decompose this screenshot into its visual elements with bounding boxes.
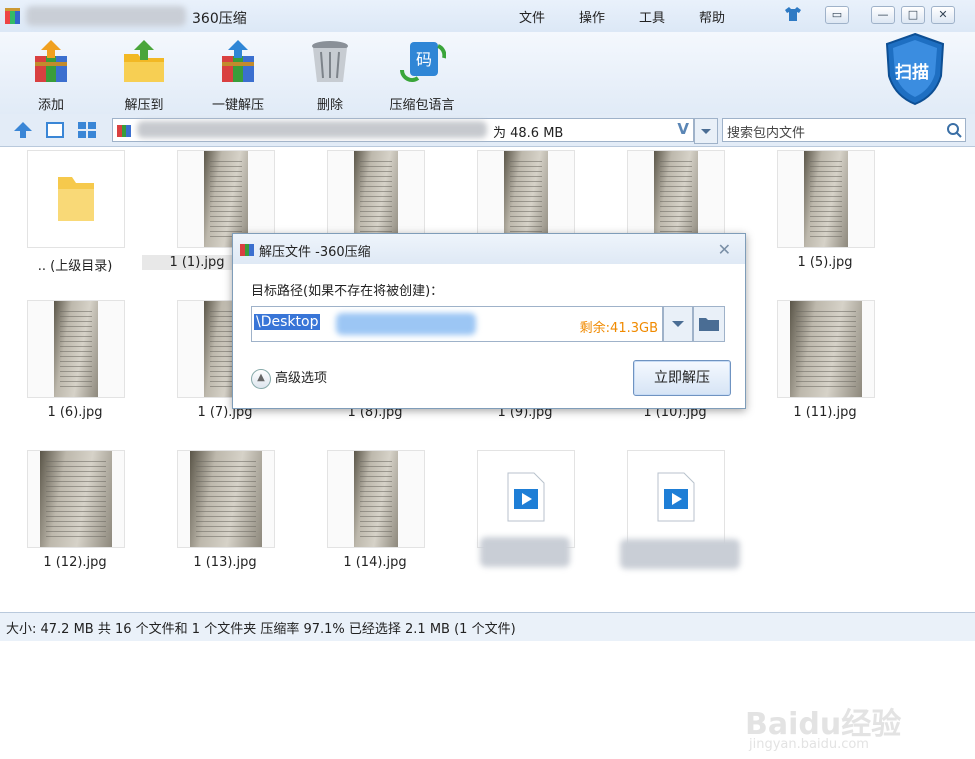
add-archive-icon: [35, 40, 67, 82]
blurred-path: [137, 121, 487, 138]
close-button[interactable]: ✕: [931, 6, 955, 24]
delete-button[interactable]: 删除: [290, 38, 370, 113]
image-thumb: [777, 150, 875, 248]
search-icon[interactable]: [945, 121, 963, 139]
browse-folder-button[interactable]: [693, 306, 725, 342]
extract-dialog: 解压文件 -360压缩 ✕ 目标路径(如果不存在将被创建)： \Desktop …: [232, 233, 746, 409]
file-name: .. (上级目录): [37, 259, 113, 274]
video-thumb: [477, 450, 575, 548]
path-text: 为 48.6 MB: [493, 126, 564, 141]
add-label: 添加: [37, 98, 64, 113]
file-name: 1 (11).jpg: [793, 405, 857, 420]
svg-text:码: 码: [416, 50, 432, 69]
archive-language-icon: 码: [400, 42, 447, 82]
maximize-button[interactable]: □: [901, 6, 925, 24]
dialog-title: 解压文件 -360压缩: [259, 245, 371, 260]
file-item-parent-dir[interactable]: .. (上级目录): [0, 147, 150, 297]
dialog-title-bar: 解压文件 -360压缩 ✕: [233, 234, 745, 264]
status-text: 大小: 47.2 MB 共 16 个文件和 1 个文件夹 压缩率 97.1% 已…: [6, 622, 516, 637]
one-click-extract-label: 一键解压: [211, 98, 264, 113]
list-view-icon[interactable]: [44, 120, 66, 140]
blurred-path: [336, 313, 476, 335]
chevron-down-icon: [672, 321, 684, 327]
folder-thumb: [27, 150, 125, 248]
file-name: 1 (14).jpg: [343, 555, 407, 570]
target-path-dropdown[interactable]: [663, 306, 693, 342]
path-chevron-icon[interactable]: V: [677, 120, 689, 138]
collapse-arrow-icon: ▲: [251, 368, 271, 389]
image-thumb: [27, 450, 125, 548]
blurred-filename: [26, 6, 186, 26]
file-item[interactable]: [450, 447, 600, 597]
menu-help[interactable]: 帮助: [699, 7, 725, 26]
video-file-icon: [507, 472, 545, 522]
feedback-icon[interactable]: ▭: [825, 6, 849, 24]
target-path-input[interactable]: \Desktop 剩余:41.3GB: [251, 306, 663, 342]
path-dropdown-button[interactable]: [694, 118, 718, 144]
blurred-filename: [620, 539, 740, 569]
image-thumb: [777, 300, 875, 398]
minimize-button[interactable]: —: [871, 6, 895, 24]
address-bar: 为 48.6 MB V 搜索包内文件: [0, 114, 975, 147]
archive-language-label: 压缩包语言: [389, 98, 455, 113]
file-item[interactable]: [600, 447, 750, 597]
dialog-close-icon[interactable]: ✕: [718, 240, 731, 259]
scan-label: 扫描: [895, 63, 929, 83]
app-logo-icon: [5, 8, 20, 24]
advanced-options-toggle[interactable]: ▲ 高级选项: [251, 367, 327, 389]
file-name: 1 (5).jpg: [797, 255, 853, 270]
file-name: 1 (13).jpg: [193, 555, 257, 570]
up-arrow-icon[interactable]: [12, 120, 34, 140]
folder-icon: [58, 177, 94, 221]
file-item[interactable]: 1 (5).jpg: [750, 147, 900, 297]
one-click-extract-button[interactable]: 一键解压: [198, 38, 278, 113]
file-item[interactable]: 1 (6).jpg: [0, 297, 150, 447]
delete-label: 删除: [316, 98, 343, 113]
archive-language-button[interactable]: 码 压缩包语言: [382, 38, 462, 113]
file-item[interactable]: 1 (13).jpg: [150, 447, 300, 597]
search-input[interactable]: 搜索包内文件: [727, 122, 805, 141]
image-thumb: [327, 450, 425, 548]
file-name: 1 (12).jpg: [43, 555, 107, 570]
folder-icon: [699, 318, 719, 331]
target-path-value[interactable]: \Desktop: [254, 314, 321, 330]
blurred-filename: [480, 537, 570, 567]
image-thumb: [27, 300, 125, 398]
one-click-extract-icon: [222, 40, 254, 82]
status-bar: 大小: 47.2 MB 共 16 个文件和 1 个文件夹 压缩率 97.1% 已…: [0, 612, 975, 641]
file-item[interactable]: 1 (12).jpg: [0, 447, 150, 597]
extract-to-label: 解压到: [124, 98, 164, 113]
video-thumb: [627, 450, 725, 548]
archive-small-icon: [117, 125, 131, 137]
title-bar: 360压缩 文件 操作 工具 帮助 ▭ — □ ✕: [0, 0, 975, 32]
main-toolbar: 添加 解压到 一键解压 删除 码 压缩包语言: [0, 32, 975, 114]
skin-shirt-icon[interactable]: [782, 6, 804, 22]
file-item[interactable]: 1 (11).jpg: [750, 297, 900, 447]
trash-icon: [312, 41, 348, 82]
baidu-watermark: Baidu经验 jingyan.baidu.com: [745, 695, 925, 759]
archive-small-icon: [240, 244, 254, 256]
target-path-label: 目标路径(如果不存在将被创建)：: [251, 284, 444, 299]
thumbnail-view-icon[interactable]: [76, 120, 98, 140]
image-thumb: [177, 450, 275, 548]
extract-to-button[interactable]: 解压到: [104, 38, 184, 113]
file-name: 1 (6).jpg: [47, 405, 103, 420]
menu-tools[interactable]: 工具: [639, 7, 665, 26]
free-space-text: 剩余:41.3GB: [579, 321, 658, 336]
watermark-sub: jingyan.baidu.com: [749, 737, 869, 752]
file-item[interactable]: 1 (14).jpg: [300, 447, 450, 597]
menu-file[interactable]: 文件: [519, 7, 545, 26]
add-button[interactable]: 添加: [11, 38, 91, 113]
chevron-down-icon: [701, 129, 711, 134]
advanced-options-label: 高级选项: [275, 371, 328, 386]
extract-to-icon: [124, 40, 164, 82]
video-file-icon: [657, 472, 695, 522]
menu-operate[interactable]: 操作: [579, 7, 605, 26]
extract-now-button[interactable]: 立即解压: [633, 360, 731, 396]
search-box[interactable]: 搜索包内文件: [722, 118, 966, 142]
path-field[interactable]: 为 48.6 MB V: [112, 118, 694, 142]
app-title: 360压缩: [192, 11, 247, 27]
scan-shield-button[interactable]: 扫描: [883, 32, 947, 106]
